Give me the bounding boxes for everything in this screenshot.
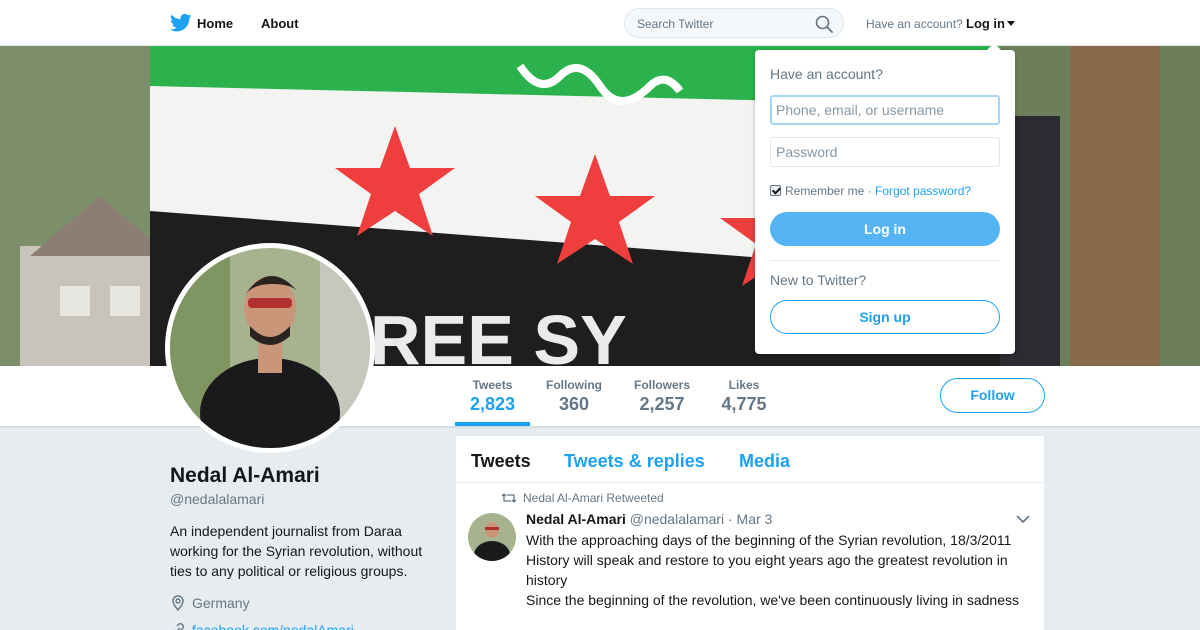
- stat-label: Likes: [728, 378, 760, 392]
- active-tab-indicator: [455, 422, 530, 426]
- have-account-label: Have an account?: [866, 17, 963, 31]
- nav-home-link[interactable]: Home: [197, 16, 233, 31]
- search-input[interactable]: Search Twitter: [624, 8, 844, 38]
- retweet-context-text[interactable]: Nedal Al-Amari Retweeted: [523, 491, 664, 505]
- stat-value: 2,257: [639, 394, 685, 414]
- tweet-header: Nedal Al-Amari @nedalalamari · Mar 3: [526, 511, 772, 527]
- avatar-photo: [170, 248, 370, 448]
- location-pin-icon: [172, 595, 184, 611]
- stat-label: Following: [546, 378, 602, 392]
- dropdown-arrow: [987, 43, 1001, 50]
- remember-me-label[interactable]: Remember me: [785, 184, 864, 198]
- retweet-context: Nedal Al-Amari Retweeted: [501, 491, 664, 505]
- stat-likes[interactable]: Likes 4,775: [721, 378, 767, 415]
- follow-button[interactable]: Follow: [940, 378, 1045, 413]
- nav-about-link[interactable]: About: [261, 16, 299, 31]
- forgot-password-link[interactable]: Forgot password?: [875, 184, 971, 198]
- tweet-line: Since the beginning of the revolution, w…: [526, 592, 1019, 608]
- username-field[interactable]: [770, 95, 1000, 125]
- signup-button[interactable]: Sign up: [770, 300, 1000, 334]
- avatar[interactable]: [165, 243, 375, 453]
- timeline-tabs: Tweets Tweets & replies Media: [456, 436, 1044, 483]
- profile-link-text[interactable]: facebook.com/nedalAmari: [192, 622, 354, 630]
- tweet-text: With the approaching days of the beginni…: [526, 530, 1026, 610]
- separator-dot: ·: [867, 184, 872, 198]
- login-menu-link[interactable]: Log in: [966, 16, 1005, 31]
- tweet-author-handle[interactable]: @nedalalamari: [630, 511, 724, 527]
- tab-tweets[interactable]: Tweets: [471, 451, 531, 472]
- link-icon: [174, 623, 184, 630]
- top-navigation: Home About Search Twitter Have an accoun…: [0, 0, 1200, 46]
- tweet-avatar[interactable]: [468, 513, 516, 561]
- stat-followers[interactable]: Followers 2,257: [633, 378, 691, 415]
- login-dropdown: Have an account? Remember me · Forgot pa…: [755, 43, 1015, 354]
- stat-value: 4,775: [721, 394, 767, 414]
- stat-label: Tweets: [472, 378, 513, 392]
- stat-value: 2,823: [470, 394, 516, 414]
- profile-website-link[interactable]: facebook.com/nedalAmari: [170, 622, 354, 630]
- search-placeholder: Search Twitter: [637, 17, 714, 31]
- dropdown-title: Have an account?: [770, 66, 883, 82]
- divider: [770, 260, 1000, 261]
- stat-value: 360: [558, 394, 590, 414]
- tab-media[interactable]: Media: [739, 451, 790, 472]
- new-to-twitter-label: New to Twitter?: [770, 272, 867, 288]
- tab-tweets-replies[interactable]: Tweets & replies: [564, 451, 705, 472]
- profile-bio: An independent journalist from Daraa wor…: [170, 523, 423, 579]
- profile-location-text: Germany: [192, 595, 250, 611]
- profile-handle[interactable]: @nedalalamari: [170, 491, 264, 507]
- tweet-line: History will speak and restore to you ei…: [526, 552, 1008, 588]
- profile-name[interactable]: Nedal Al-Amari: [170, 464, 320, 488]
- retweet-icon: [501, 493, 517, 503]
- search-icon[interactable]: [815, 15, 833, 33]
- remember-me-row: Remember me · Forgot password?: [770, 184, 971, 198]
- timeline: Tweets Tweets & replies Media Nedal Al-A…: [456, 436, 1044, 630]
- stat-tweets[interactable]: Tweets 2,823: [470, 378, 515, 415]
- profile-location: Germany: [170, 595, 250, 611]
- twitter-bird-icon[interactable]: [170, 13, 192, 33]
- tweet-date[interactable]: · Mar 3: [728, 511, 772, 527]
- chevron-down-icon[interactable]: [1016, 514, 1030, 524]
- remember-me-checkbox[interactable]: [770, 185, 781, 196]
- stat-label: Followers: [633, 378, 690, 392]
- banner-flag-text: REE SY: [370, 301, 627, 366]
- password-field[interactable]: [770, 137, 1000, 167]
- tweet-author-name[interactable]: Nedal Al-Amari: [526, 511, 626, 527]
- tweet-line: With the approaching days of the beginni…: [526, 532, 1012, 548]
- login-button[interactable]: Log in: [770, 212, 1000, 246]
- caret-down-icon[interactable]: [1007, 21, 1015, 26]
- stat-following[interactable]: Following 360: [545, 378, 603, 415]
